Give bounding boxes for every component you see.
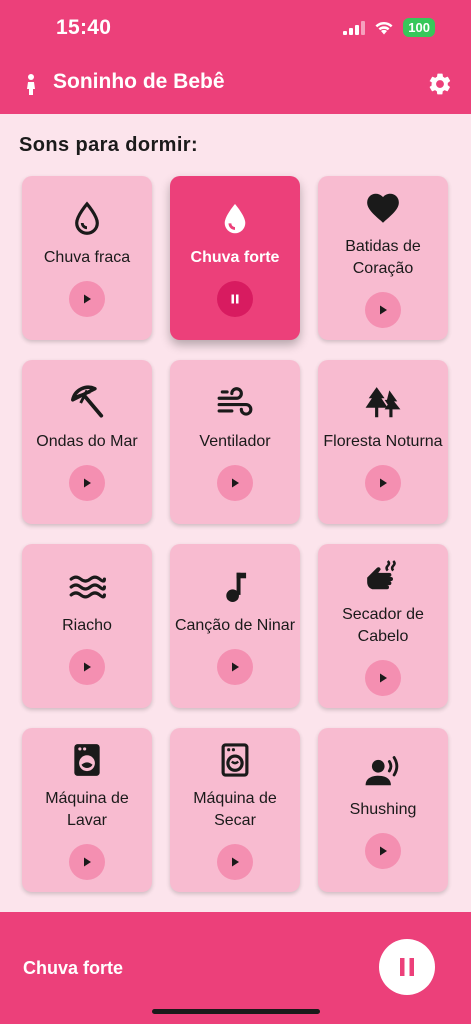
dryer-icon bbox=[215, 740, 255, 780]
sound-card-chuva-forte[interactable]: Chuva forte bbox=[170, 176, 300, 340]
heart-icon bbox=[363, 188, 403, 228]
play-icon bbox=[380, 478, 387, 488]
sound-label: Máquina de Lavar bbox=[45, 790, 129, 829]
sound-label: Batidas de Coração bbox=[345, 238, 421, 277]
sound-card-ventilador[interactable]: Ventilador bbox=[170, 360, 300, 524]
sound-label: Shushing bbox=[349, 801, 417, 818]
music-note-icon bbox=[215, 567, 255, 607]
wifi-icon bbox=[375, 21, 393, 35]
play-icon bbox=[84, 294, 91, 304]
sound-card-maquina-de-secar[interactable]: Máquina de Secar bbox=[170, 728, 300, 892]
play-button[interactable] bbox=[217, 844, 253, 880]
app-title: Soninho de Bebê bbox=[53, 70, 225, 93]
now-playing-bar: Chuva forte bbox=[0, 912, 471, 1024]
play-button[interactable] bbox=[69, 281, 105, 317]
play-button[interactable] bbox=[365, 833, 401, 869]
play-button[interactable] bbox=[69, 649, 105, 685]
sound-card-ondas-do-mar[interactable]: Ondas do Mar bbox=[22, 360, 152, 524]
sound-label: Floresta Noturna bbox=[323, 433, 443, 450]
play-button[interactable] bbox=[217, 649, 253, 685]
pause-icon bbox=[231, 294, 239, 304]
play-button[interactable] bbox=[217, 465, 253, 501]
dry-hand-icon bbox=[363, 556, 403, 596]
status-bar: 15:40 100 bbox=[0, 0, 471, 56]
status-icons: 100 bbox=[343, 18, 435, 37]
play-icon bbox=[232, 662, 239, 672]
now-playing-pause-button[interactable] bbox=[379, 939, 435, 995]
sound-grid: Chuva fraca Chuva forte Batidas de Coraç… bbox=[22, 176, 450, 892]
waves-icon bbox=[67, 567, 107, 607]
sound-card-shushing[interactable]: Shushing bbox=[318, 728, 448, 892]
forest-icon bbox=[363, 383, 403, 423]
gear-icon[interactable] bbox=[427, 71, 453, 97]
app-bar: Soninho de Bebê bbox=[0, 56, 471, 114]
wind-icon bbox=[215, 383, 255, 423]
now-playing-title: Chuva forte bbox=[23, 958, 124, 978]
play-button[interactable] bbox=[69, 844, 105, 880]
pause-icon bbox=[400, 958, 414, 976]
beach-umbrella-icon bbox=[67, 383, 107, 423]
play-icon bbox=[84, 662, 91, 672]
play-icon bbox=[84, 478, 91, 488]
sound-label: Canção de Ninar bbox=[174, 617, 296, 634]
play-button[interactable] bbox=[365, 292, 401, 328]
play-button[interactable] bbox=[365, 660, 401, 696]
play-icon bbox=[380, 673, 387, 683]
cellular-signal-icon bbox=[343, 20, 366, 35]
sound-label: Secador de Cabelo bbox=[342, 606, 424, 645]
play-icon bbox=[84, 857, 91, 867]
sound-label: Ventilador bbox=[199, 433, 271, 450]
battery-indicator: 100 bbox=[403, 18, 435, 37]
sound-card-chuva-fraca[interactable]: Chuva fraca bbox=[22, 176, 152, 340]
sound-label: Máquina de Secar bbox=[193, 790, 277, 829]
sound-card-maquina-de-lavar[interactable]: Máquina de Lavar bbox=[22, 728, 152, 892]
play-icon bbox=[380, 846, 387, 856]
sound-card-batidas-de-coracao[interactable]: Batidas de Coração bbox=[318, 176, 448, 340]
status-time: 15:40 bbox=[56, 16, 112, 39]
home-indicator[interactable] bbox=[152, 1009, 320, 1014]
washing-machine-icon bbox=[67, 740, 107, 780]
sound-card-riacho[interactable]: Riacho bbox=[22, 544, 152, 708]
section-title: Sons para dormir: bbox=[19, 134, 199, 156]
person-voice-icon bbox=[363, 751, 403, 791]
sound-card-floresta-noturna[interactable]: Floresta Noturna bbox=[318, 360, 448, 524]
baby-icon bbox=[27, 74, 35, 95]
sound-label: Chuva forte bbox=[190, 249, 280, 266]
play-icon bbox=[380, 305, 387, 315]
sound-label: Chuva fraca bbox=[43, 249, 131, 266]
water-drop-outline-icon bbox=[67, 199, 107, 239]
play-icon bbox=[232, 857, 239, 867]
play-icon bbox=[232, 478, 239, 488]
sound-card-secador-de-cabelo[interactable]: Secador de Cabelo bbox=[318, 544, 448, 708]
sound-label: Riacho bbox=[62, 617, 112, 634]
sound-card-cancao-de-ninar[interactable]: Canção de Ninar bbox=[170, 544, 300, 708]
water-drop-filled-icon bbox=[215, 199, 255, 239]
play-button[interactable] bbox=[365, 465, 401, 501]
sound-label: Ondas do Mar bbox=[36, 433, 138, 450]
pause-button[interactable] bbox=[217, 281, 253, 317]
play-button[interactable] bbox=[69, 465, 105, 501]
